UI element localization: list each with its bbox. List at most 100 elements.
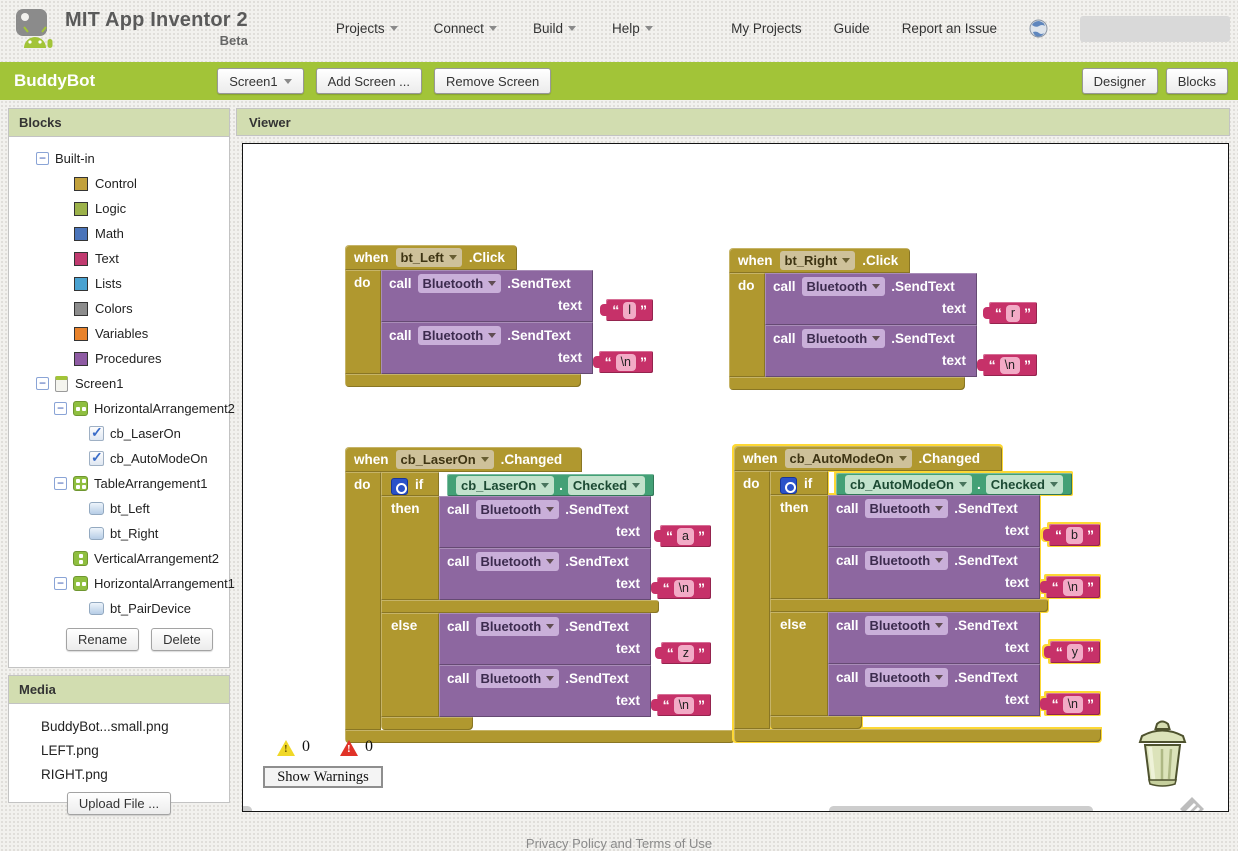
call-block[interactable]: call Bluetooth .SendText text \n <box>439 548 711 600</box>
text-string-block[interactable]: \n <box>1039 576 1100 598</box>
error-counter[interactable]: 0 <box>340 738 373 756</box>
string-value-field[interactable]: \n <box>615 353 636 371</box>
tree-item-bt-left[interactable]: bt_Left <box>9 496 229 521</box>
tree-item-bt-pairdevice[interactable]: bt_PairDevice <box>9 596 229 621</box>
horizontal-scrollbar-stub[interactable] <box>243 806 252 811</box>
tree-item-horizontalarrangement2[interactable]: HorizontalArrangement2 <box>9 396 235 421</box>
trash-can-icon[interactable] <box>1131 716 1193 793</box>
tree-item-builtin[interactable]: Built-in <box>9 146 229 171</box>
component-dropdown[interactable]: Bluetooth <box>475 617 560 636</box>
call-block[interactable]: call Bluetooth .SendText text l <box>381 270 653 322</box>
text-string-block[interactable]: z <box>654 642 711 664</box>
designer-view-button[interactable]: Designer <box>1081 68 1158 94</box>
component-dropdown[interactable]: cb_LaserOn <box>456 475 555 495</box>
string-value-field[interactable]: r <box>1005 304 1020 322</box>
tree-item-tablearrangement1[interactable]: TableArrangement1 <box>9 471 229 496</box>
component-dropdown[interactable]: cb_AutoModeOn <box>784 449 912 468</box>
tree-item-colors[interactable]: Colors <box>9 296 229 321</box>
string-value-field[interactable]: \n <box>1062 695 1083 713</box>
string-value-field[interactable]: l <box>623 301 636 319</box>
menu-build[interactable]: Build <box>533 21 576 36</box>
component-dropdown[interactable]: cb_AutoModeOn <box>845 474 972 494</box>
component-dropdown[interactable]: Bluetooth <box>417 274 502 293</box>
footer-link[interactable]: Privacy Policy and Terms of Use <box>0 836 1238 851</box>
event-block-bt-right-click[interactable]: when bt_Right .Click do call Bluetooth .… <box>729 248 1037 390</box>
mutator-gear-icon[interactable] <box>780 477 797 494</box>
media-file[interactable]: LEFT.png <box>9 738 229 762</box>
text-string-block[interactable]: \n <box>976 354 1037 376</box>
tree-collapse-icon[interactable] <box>54 477 67 490</box>
tree-item-text[interactable]: Text <box>9 246 229 271</box>
string-value-field[interactable]: \n <box>1062 578 1083 596</box>
menu-help[interactable]: Help <box>612 21 653 36</box>
blocks-canvas[interactable]: when bt_Left .Click do call Bluetooth .S… <box>242 143 1229 812</box>
event-block-cb-automodeon-changed[interactable]: when cb_AutoModeOn .Changed do if cb_Aut… <box>734 446 1101 742</box>
menu-projects[interactable]: Projects <box>336 21 398 36</box>
text-string-block[interactable]: r <box>982 302 1037 324</box>
tree-item-logic[interactable]: Logic <box>9 196 229 221</box>
remove-screen-button[interactable]: Remove Screen <box>434 68 552 94</box>
add-screen-button[interactable]: Add Screen ... <box>315 68 423 94</box>
media-file[interactable]: BuddyBot...small.png <box>9 714 229 738</box>
call-block[interactable]: call Bluetooth .SendText text z <box>439 613 711 665</box>
screen-selector-button[interactable]: Screen1 <box>217 68 304 94</box>
nav-report-issue[interactable]: Report an Issue <box>902 21 997 36</box>
string-value-field[interactable]: b <box>1066 526 1083 544</box>
call-block[interactable]: call Bluetooth .SendText text b <box>828 495 1100 547</box>
text-string-block[interactable]: y <box>1043 641 1100 663</box>
property-dropdown[interactable]: Checked <box>985 474 1063 494</box>
call-block[interactable]: call Bluetooth .SendText text \n <box>828 664 1100 716</box>
string-value-field[interactable]: \n <box>999 356 1020 374</box>
tree-collapse-icon[interactable] <box>54 402 67 415</box>
delete-button[interactable]: Delete <box>151 628 213 651</box>
tree-item-math[interactable]: Math <box>9 221 229 246</box>
tree-collapse-icon[interactable] <box>36 152 49 165</box>
globe-icon[interactable] <box>1029 19 1048 38</box>
app-inventor-logo-icon[interactable] <box>15 8 55 50</box>
event-block-cb-laseron-changed[interactable]: when cb_LaserOn .Changed do if cb_LaserO… <box>345 447 735 743</box>
component-dropdown[interactable]: Bluetooth <box>864 668 949 687</box>
call-block[interactable]: call Bluetooth .SendText text a <box>439 496 711 548</box>
upload-file-button[interactable]: Upload File ... <box>66 792 172 815</box>
string-value-field[interactable]: a <box>677 527 694 545</box>
nav-guide[interactable]: Guide <box>834 21 870 36</box>
show-warnings-button[interactable]: Show Warnings <box>263 766 383 788</box>
property-getter-block[interactable]: cb_LaserOn . Checked <box>447 474 655 496</box>
media-file[interactable]: RIGHT.png <box>9 762 229 786</box>
blocks-view-button[interactable]: Blocks <box>1165 68 1228 94</box>
account-menu[interactable] <box>1080 15 1230 42</box>
call-block[interactable]: call Bluetooth .SendText text \n <box>439 665 711 717</box>
text-string-block[interactable]: \n <box>650 694 711 716</box>
string-value-field[interactable]: \n <box>673 696 694 714</box>
component-dropdown[interactable]: Bluetooth <box>864 551 949 570</box>
text-string-block[interactable]: \n <box>650 577 711 599</box>
text-string-block[interactable]: l <box>600 299 653 321</box>
menu-connect[interactable]: Connect <box>434 21 497 36</box>
nav-my-projects[interactable]: My Projects <box>731 21 802 36</box>
property-dropdown[interactable]: Checked <box>567 475 646 495</box>
string-value-field[interactable]: \n <box>673 579 694 597</box>
if-else-block[interactable]: if cb_AutoModeOn . Checked then call Blu… <box>770 471 1100 729</box>
component-dropdown[interactable]: Bluetooth <box>864 499 949 518</box>
component-dropdown[interactable]: Bluetooth <box>475 669 560 688</box>
tree-item-lists[interactable]: Lists <box>9 271 229 296</box>
call-block[interactable]: call Bluetooth .SendText text \n <box>828 547 1100 599</box>
tree-item-control[interactable]: Control <box>9 171 229 196</box>
component-dropdown[interactable]: Bluetooth <box>475 552 560 571</box>
rename-button[interactable]: Rename <box>66 628 140 651</box>
text-string-block[interactable]: b <box>1043 524 1100 546</box>
text-string-block[interactable]: \n <box>1039 693 1100 715</box>
component-dropdown[interactable]: Bluetooth <box>475 500 560 519</box>
text-string-block[interactable]: \n <box>592 351 653 373</box>
tree-item-cb-automodeon[interactable]: cb_AutoModeOn <box>9 446 229 471</box>
tree-item-verticalarrangement2[interactable]: VerticalArrangement2 <box>9 546 229 571</box>
tree-item-variables[interactable]: Variables <box>9 321 229 346</box>
component-dropdown[interactable]: Bluetooth <box>801 277 886 296</box>
event-block-bt-left-click[interactable]: when bt_Left .Click do call Bluetooth .S… <box>345 245 653 387</box>
tree-item-bt-right[interactable]: bt_Right <box>9 521 229 546</box>
component-dropdown[interactable]: Bluetooth <box>801 329 886 348</box>
property-getter-block[interactable]: cb_AutoModeOn . Checked <box>836 473 1072 495</box>
tree-item-horizontalarrangement1[interactable]: HorizontalArrangement1 <box>9 571 235 596</box>
tree-item-cb-laseron[interactable]: cb_LaserOn <box>9 421 229 446</box>
tree-collapse-icon[interactable] <box>54 577 67 590</box>
